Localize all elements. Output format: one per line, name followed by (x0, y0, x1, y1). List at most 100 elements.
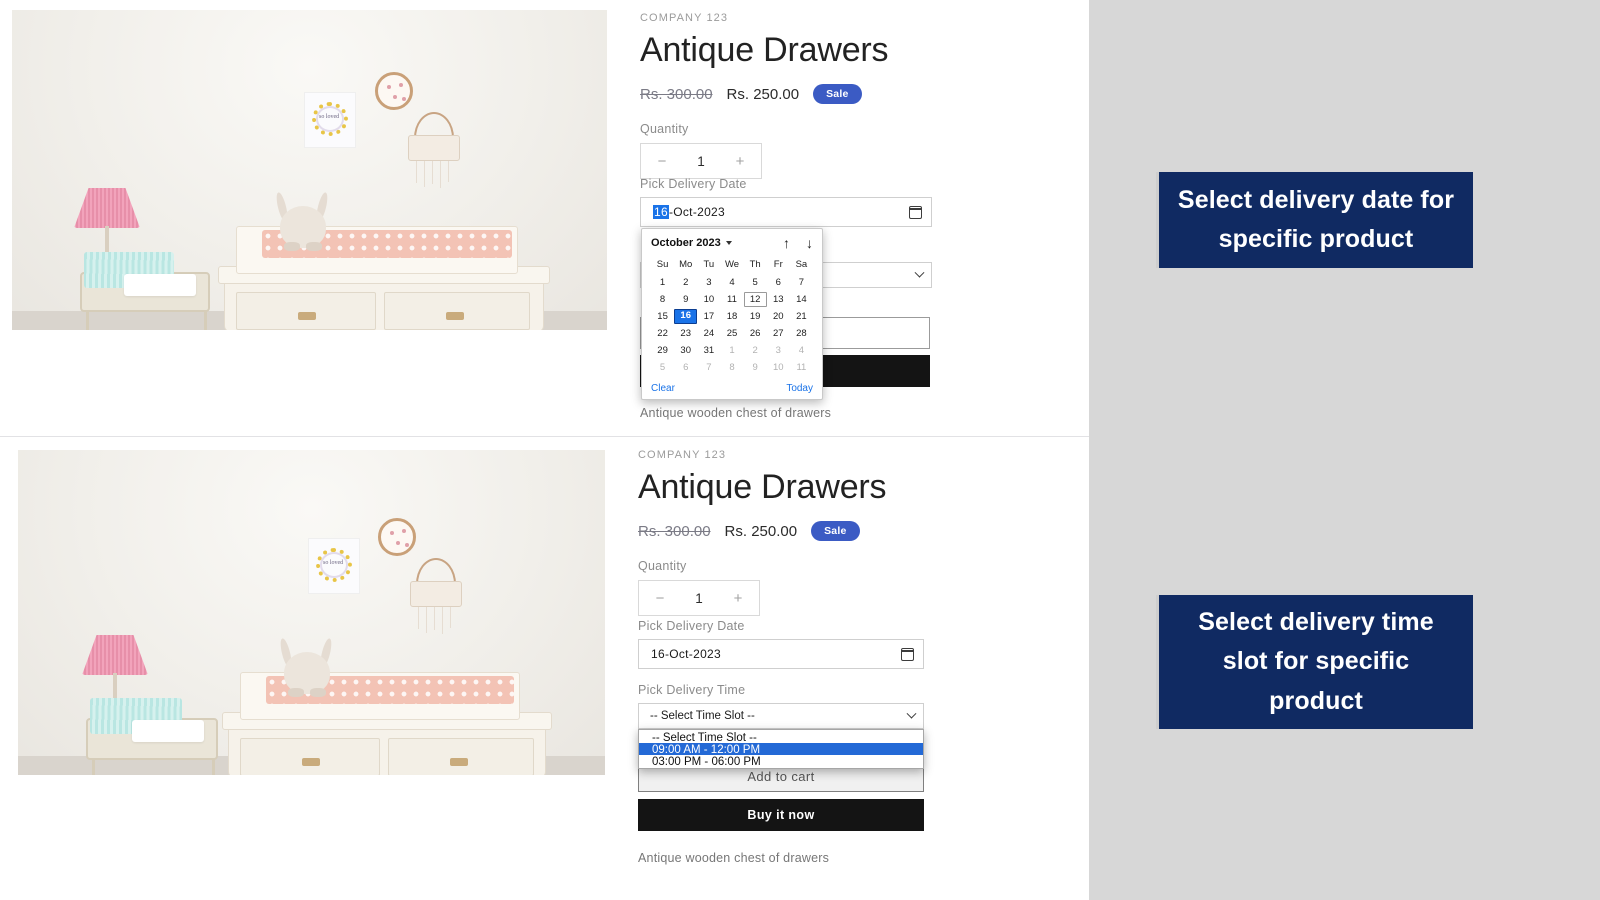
date-picker-popup[interactable]: October 2023 ↑ ↓ Su Mo Tu We Th Fr Sa 1 2 3 4 5 6 7 8 9… (641, 228, 823, 400)
status-badge-sale: Sale (813, 84, 862, 105)
date-picker-day[interactable]: 5 (651, 360, 674, 375)
quantity-label-2: Quantity (638, 559, 687, 574)
date-picker-day[interactable]: 2 (744, 343, 767, 358)
date-picker-day[interactable]: 23 (674, 326, 697, 341)
bunny-foot-right-2 (310, 688, 326, 697)
delivery-date-input-2[interactable]: 16-Oct-2023 (638, 639, 924, 669)
date-picker-day[interactable]: 19 (744, 309, 767, 324)
date-picker-day[interactable]: 6 (674, 360, 697, 375)
date-picker-day[interactable]: 3 (697, 275, 720, 290)
quantity-value[interactable]: 1 (697, 154, 705, 169)
calendar-icon-2[interactable] (900, 647, 915, 661)
date-picker-header: October 2023 ↑ ↓ (651, 236, 813, 250)
date-picker-day[interactable]: 1 (720, 343, 743, 358)
date-picker-day[interactable]: 29 (651, 343, 674, 358)
date-picker-day[interactable]: 18 (720, 309, 743, 324)
date-picker-day[interactable]: 14 (790, 292, 813, 307)
date-picker-day[interactable]: 9 (744, 360, 767, 375)
date-picker-day[interactable]: 8 (651, 292, 674, 307)
quantity-decrease-button[interactable]: − (645, 153, 679, 170)
date-picker-day[interactable]: 27 (767, 326, 790, 341)
date-picker-day[interactable]: 10 (767, 360, 790, 375)
date-picker-day[interactable]: 20 (767, 309, 790, 324)
date-picker-day[interactable]: 9 (674, 292, 697, 307)
date-day-segment[interactable]: 16 (653, 205, 669, 219)
arrow-up-icon[interactable]: ↑ (783, 236, 790, 250)
date-picker-day[interactable]: 7 (697, 360, 720, 375)
product-list-column: so loved COMPANY 123 Antique Drawers Rs.… (0, 0, 1089, 900)
delivery-time-select-2[interactable]: -- Select Time Slot -- (638, 703, 924, 729)
date-picker-day[interactable]: 12 (743, 292, 767, 307)
date-picker-day[interactable]: 10 (697, 292, 720, 307)
wall-art-frame: so loved (304, 92, 356, 148)
quantity-value-2[interactable]: 1 (695, 591, 703, 606)
date-picker-day[interactable]: 5 (744, 275, 767, 290)
date-picker-day[interactable]: 2 (674, 275, 697, 290)
date-picker-day[interactable]: 4 (720, 275, 743, 290)
dresser-drawer-left (236, 292, 376, 330)
product-image-2[interactable]: so loved (18, 450, 605, 775)
quantity-increase-button-2[interactable]: + (721, 590, 755, 607)
date-picker-nav: ↑ ↓ (783, 236, 813, 250)
buy-it-now-button-2[interactable]: Buy it now (638, 799, 924, 831)
product-image-1[interactable]: so loved (12, 10, 607, 330)
date-picker-month-selector[interactable]: October 2023 (651, 237, 732, 249)
quantity-stepper-2[interactable]: − 1 + (638, 580, 760, 617)
date-picker-day[interactable]: 8 (720, 360, 743, 375)
date-picker-day[interactable]: 17 (697, 309, 720, 324)
date-picker-grid[interactable]: Su Mo Tu We Th Fr Sa 1 2 3 4 5 6 7 8 9 10 11 12 13 14 15 16 17 1… (651, 259, 813, 375)
date-picker-day[interactable]: 15 (651, 309, 674, 324)
date-rest-segment[interactable]: -Oct-2023 (669, 205, 725, 219)
caret-down-icon[interactable] (725, 241, 732, 245)
chevron-down-icon-2[interactable] (906, 708, 917, 719)
date-picker-day[interactable]: 25 (720, 326, 743, 341)
date-picker-day[interactable]: 30 (674, 343, 697, 358)
date-picker-day[interactable]: 3 (767, 343, 790, 358)
date-picker-day[interactable]: 24 (697, 326, 720, 341)
bunny-foot-left-2 (288, 688, 304, 697)
delivery-date-input-1[interactable]: 16 -Oct-2023 (640, 197, 932, 227)
embroidery-hoop-2 (378, 518, 416, 556)
date-picker-day[interactable]: 1 (651, 275, 674, 290)
dresser-drawer-right-2 (388, 738, 534, 775)
date-picker-day[interactable]: 26 (744, 326, 767, 341)
chevron-down-icon[interactable] (914, 267, 925, 278)
date-picker-today-button[interactable]: Today (786, 383, 813, 394)
date-picker-day[interactable]: 6 (767, 275, 790, 290)
delivery-date-value-2[interactable]: 16-Oct-2023 (651, 647, 721, 661)
delivery-time-label-2: Pick Delivery Time (638, 683, 746, 697)
delivery-date-label-1: Pick Delivery Date (640, 177, 747, 191)
drawer-handle-left (298, 312, 316, 320)
time-slot-option[interactable]: 03:00 PM - 06:00 PM (639, 755, 923, 768)
date-picker-clear-button[interactable]: Clear (651, 383, 675, 394)
quantity-decrease-button-2[interactable]: − (643, 590, 677, 607)
date-picker-day[interactable]: 22 (651, 326, 674, 341)
date-picker-weekday: We (724, 259, 740, 270)
quantity-stepper[interactable]: − 1 + (640, 143, 762, 180)
date-picker-day[interactable]: 11 (790, 360, 813, 375)
product-description-1: Antique wooden chest of drawers (640, 406, 832, 420)
date-picker-day[interactable]: 16 (674, 309, 698, 324)
date-picker-day[interactable]: 28 (790, 326, 813, 341)
date-picker-day[interactable]: 4 (790, 343, 813, 358)
date-picker-day[interactable]: 7 (790, 275, 813, 290)
product-title: Antique Drawers (640, 31, 889, 69)
date-picker-day[interactable]: 11 (720, 292, 743, 307)
product-vendor-2: COMPANY 123 (638, 449, 727, 461)
time-slot-dropdown-popup[interactable]: -- Select Time Slot -- 09:00 AM - 12:00 P… (638, 729, 924, 769)
calendar-icon[interactable] (908, 205, 923, 219)
price-row: Rs. 300.00 Rs. 250.00 Sale (640, 84, 940, 105)
date-picker-day[interactable]: 13 (767, 292, 790, 307)
arrow-down-icon[interactable]: ↓ (806, 236, 813, 250)
annotation-text-date: Select delivery date for specific produc… (1177, 185, 1455, 254)
product-info-1: COMPANY 123 Antique Drawers Rs. 300.00 R… (640, 12, 940, 180)
delivery-date-value-1[interactable]: 16 -Oct-2023 (653, 205, 725, 219)
macrame-hanger-body-2 (410, 581, 462, 607)
macrame-hanger-body (408, 135, 460, 161)
time-slot-option[interactable]: -- Select Time Slot -- (639, 731, 923, 744)
quantity-increase-button[interactable]: + (723, 153, 757, 170)
dresser-drawer-left-2 (240, 738, 380, 775)
date-picker-day[interactable]: 31 (697, 343, 720, 358)
time-slot-option[interactable]: 09:00 AM - 12:00 PM (639, 743, 923, 756)
date-picker-day[interactable]: 21 (790, 309, 813, 324)
